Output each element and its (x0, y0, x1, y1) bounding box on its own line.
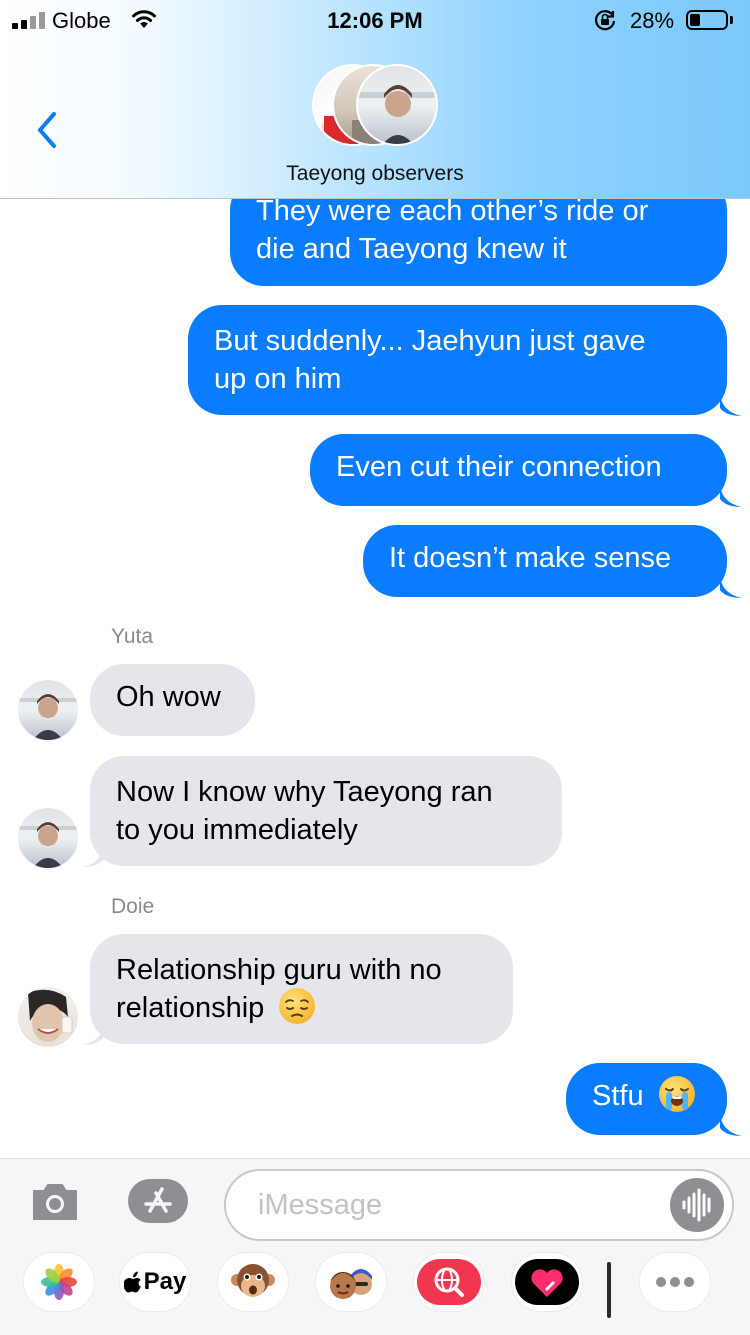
message-text-line: to you immediately (116, 814, 358, 846)
monkey-animoji-icon (231, 1264, 275, 1297)
message-bubble-incoming[interactable]: Oh wow (90, 664, 255, 736)
message-text-line: die and Taeyong knew it (256, 233, 567, 265)
sender-name: Yuta (111, 625, 154, 648)
message-text-line: It doesn’t make sense (389, 542, 672, 574)
apple-pay-label: Pay (143, 1268, 187, 1295)
message-bubble-incoming[interactable]: Relationship guru with no relationship (90, 934, 513, 1044)
bubble-tail (720, 1114, 742, 1136)
app-drawer-divider (607, 1262, 611, 1318)
pensive-face-emoji-icon (279, 988, 316, 1025)
globe-search-icon (417, 1259, 481, 1305)
group-member-avatar (356, 64, 438, 146)
bubble-tail (720, 485, 742, 507)
message-text-line: Stfu (592, 1080, 644, 1112)
battery-nub (730, 16, 733, 24)
digital-touch-heart-icon (515, 1259, 579, 1305)
bubble-tail (82, 845, 104, 867)
waveform-icon (682, 1188, 711, 1222)
group-avatars[interactable] (312, 64, 442, 150)
app-drawer: Pay (0, 1247, 750, 1335)
memoji-stickers-button[interactable] (316, 1253, 386, 1311)
loudly-crying-face-emoji-icon (658, 1076, 695, 1113)
sender-avatar[interactable] (18, 987, 78, 1047)
photos-flower-icon (41, 1264, 77, 1300)
battery-level-fill (690, 14, 700, 26)
back-chevron-icon[interactable] (30, 108, 66, 152)
message-bubble-outgoing[interactable]: Even cut their connection (310, 434, 727, 506)
more-apps-button[interactable] (640, 1253, 710, 1311)
battery-percentage: 28% (630, 8, 675, 33)
audio-message-button[interactable] (670, 1178, 724, 1232)
message-bubble-outgoing[interactable]: Stfu (566, 1063, 727, 1135)
web-images-search-button[interactable] (414, 1253, 484, 1311)
memoji-stickers-icon (330, 1269, 372, 1299)
message-text-line: Relationship guru with no (116, 954, 442, 986)
app-store-icon (128, 1179, 188, 1223)
message-bubble-outgoing[interactable]: It doesn’t make sense (363, 525, 727, 597)
animoji-button[interactable] (218, 1253, 288, 1311)
group-name[interactable]: Taeyong observers (0, 162, 750, 186)
composer-area: iMessage Pay (0, 1158, 750, 1335)
message-text-line: relationship (116, 992, 265, 1024)
message-input[interactable]: iMessage (224, 1169, 734, 1241)
sender-avatar[interactable] (18, 808, 78, 868)
status-bar: Globe 12:06 PM 28% (0, 0, 750, 40)
sender-avatar[interactable] (18, 680, 78, 740)
rotation-lock-icon (594, 10, 616, 31)
bubble-tail (720, 576, 742, 598)
apple-logo-icon (123, 1271, 141, 1293)
app-store-button[interactable] (126, 1177, 190, 1225)
sender-name: Doie (111, 895, 155, 918)
message-text-line: Even cut their connection (336, 451, 662, 483)
message-text-line: Oh wow (116, 681, 221, 713)
message-text-line: up on him (214, 363, 342, 395)
message-text-line: Now I know why Taeyong ran (116, 776, 493, 808)
digital-touch-button[interactable] (512, 1253, 582, 1311)
bubble-tail (720, 394, 742, 416)
camera-icon[interactable] (30, 1179, 80, 1223)
message-bubble-incoming[interactable]: Now I know why Taeyong ran to you immedi… (90, 756, 562, 866)
message-input-placeholder: iMessage (258, 1189, 383, 1221)
message-text-line-with-emoji: relationship (116, 988, 487, 1027)
apple-pay-button[interactable]: Pay (120, 1253, 190, 1311)
bubble-tail (82, 1023, 104, 1045)
photos-app-button[interactable] (24, 1253, 94, 1311)
message-bubble-outgoing[interactable]: But suddenly... Jaehyun just gave up on … (188, 305, 727, 415)
message-text-line: But suddenly... Jaehyun just gave (214, 325, 646, 357)
more-ellipsis-icon (656, 1277, 694, 1287)
battery-icon (686, 10, 728, 30)
navigation-header: Globe 12:06 PM 28% Taeyong observers (0, 0, 750, 199)
